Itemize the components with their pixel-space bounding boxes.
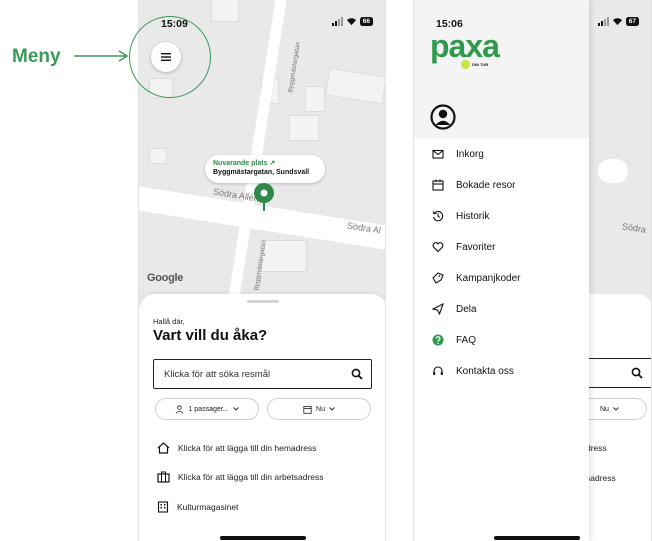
passenger-count: 1 passager...	[188, 405, 229, 413]
destination-search-input[interactable]	[154, 360, 344, 388]
chevron-down-icon	[613, 407, 619, 411]
heart-icon	[432, 242, 444, 253]
wifi-icon	[346, 18, 356, 26]
menu-item-label: Historik	[456, 210, 490, 222]
current-location-chip[interactable]: Nuvarande plats ↗ Byggmästargatan, Sunds…	[205, 155, 325, 183]
calendar-icon	[303, 405, 312, 414]
phone-screen-menu: Södra Nu dress sadress 15:06 67 paxa DIN…	[413, 0, 652, 541]
sheet-grabber[interactable]	[247, 300, 279, 303]
menu-item-favoriter[interactable]: Favoriter	[432, 241, 495, 253]
menu-item-inkorg[interactable]: Inkorg	[432, 148, 484, 160]
share-icon	[432, 303, 444, 315]
menu-item-label: Kampanjkoder	[456, 272, 521, 284]
menu-item-bokade-resor[interactable]: Bokade resor	[432, 179, 515, 191]
wifi-icon	[612, 18, 622, 26]
signal-icon	[597, 17, 609, 26]
building-icon	[157, 501, 169, 513]
map-building	[305, 86, 325, 112]
search-icon[interactable]	[351, 368, 363, 380]
greeting-text: Hallå där,	[153, 317, 185, 326]
menu-item-label: FAQ	[456, 334, 477, 346]
current-location-chip	[598, 159, 628, 183]
chevron-down-icon	[232, 407, 239, 411]
faq-icon	[432, 334, 444, 346]
navigation-drawer: paxa DIN TUR Inkorg Bokade resor Histori…	[414, 0, 589, 541]
map-building	[261, 240, 307, 272]
add-home-address[interactable]: Klicka för att lägga till din hemadress	[157, 442, 316, 454]
promo-icon	[432, 272, 444, 284]
home-address-label: Klicka för att lägga till din hemadress	[178, 443, 317, 453]
add-work-address[interactable]: Klicka för att lägga till din arbetsadre…	[157, 471, 324, 483]
annotation-arrow-icon	[74, 50, 129, 62]
menu-item-kontakta-oss[interactable]: Kontakta oss	[432, 365, 514, 377]
departure-time-value: Nu	[316, 405, 325, 413]
work-address-fragment: sadress	[586, 473, 616, 483]
map-building	[289, 115, 319, 141]
work-address-label: Klicka för att lägga till din arbetsadre…	[178, 472, 324, 482]
google-logo: Google	[147, 272, 184, 284]
menu-item-label: Kontakta oss	[456, 365, 514, 377]
history-icon	[432, 210, 444, 222]
mail-icon	[432, 149, 444, 159]
menu-item-kampanjkoder[interactable]: Kampanjkoder	[432, 272, 520, 284]
menu-item-faq[interactable]: FAQ	[432, 334, 476, 346]
home-icon	[157, 442, 170, 454]
map-pin-icon	[254, 183, 274, 211]
status-time: 15:06	[436, 18, 463, 30]
status-bar: 15:06 67	[414, 0, 651, 30]
departure-time-selector[interactable]: Nu	[267, 398, 371, 420]
chevron-down-icon	[329, 407, 335, 411]
calendar-icon	[432, 179, 444, 191]
meny-annotation-label: Meny	[12, 46, 61, 67]
logo-badge-icon	[461, 60, 470, 69]
search-bottom-sheet: Hallå där, Vart vill du åka? 1 passager.…	[139, 294, 385, 541]
logo-tagline-text: DIN TUR	[472, 62, 489, 67]
briefcase-icon	[157, 471, 170, 483]
map-building	[149, 148, 167, 164]
home-indicator	[494, 536, 580, 540]
paxa-logo: paxa	[430, 28, 500, 64]
menu-item-label: Bokade resor	[456, 179, 516, 191]
current-location-title: Nuvarande plats ↗	[213, 160, 276, 167]
current-location-address: Byggmästargatan, Sundsvall	[213, 169, 310, 176]
saved-place-item[interactable]: Kulturmagasinet	[157, 501, 238, 513]
departure-time-value: Nu	[600, 405, 609, 413]
home-address-fragment: dress	[586, 443, 607, 453]
menu-item-label: Favoriter	[456, 241, 496, 253]
menu-item-historik[interactable]: Historik	[432, 210, 489, 222]
battery-icon: 67	[625, 17, 639, 26]
map-building	[325, 67, 385, 105]
logo-tagline: DIN TUR	[461, 60, 488, 69]
person-icon	[176, 404, 184, 414]
signal-icon	[331, 17, 343, 26]
home-indicator	[220, 536, 306, 540]
passenger-selector[interactable]: 1 passager...	[155, 398, 259, 420]
menu-item-dela[interactable]: Dela	[432, 303, 477, 315]
profile-avatar-icon[interactable]	[430, 104, 456, 130]
street-label: Byggmästargatan	[287, 41, 302, 94]
sheet-headline: Vart vill du åka?	[153, 327, 268, 344]
menu-highlight-ring	[129, 16, 211, 98]
headset-icon	[433, 366, 443, 375]
search-icon	[631, 367, 643, 379]
destination-search[interactable]	[153, 359, 372, 389]
menu-item-label: Dela	[456, 303, 477, 315]
menu-item-label: Inkorg	[456, 148, 484, 160]
saved-place-label: Kulturmagasinet	[177, 502, 239, 512]
battery-icon: 66	[359, 17, 373, 26]
